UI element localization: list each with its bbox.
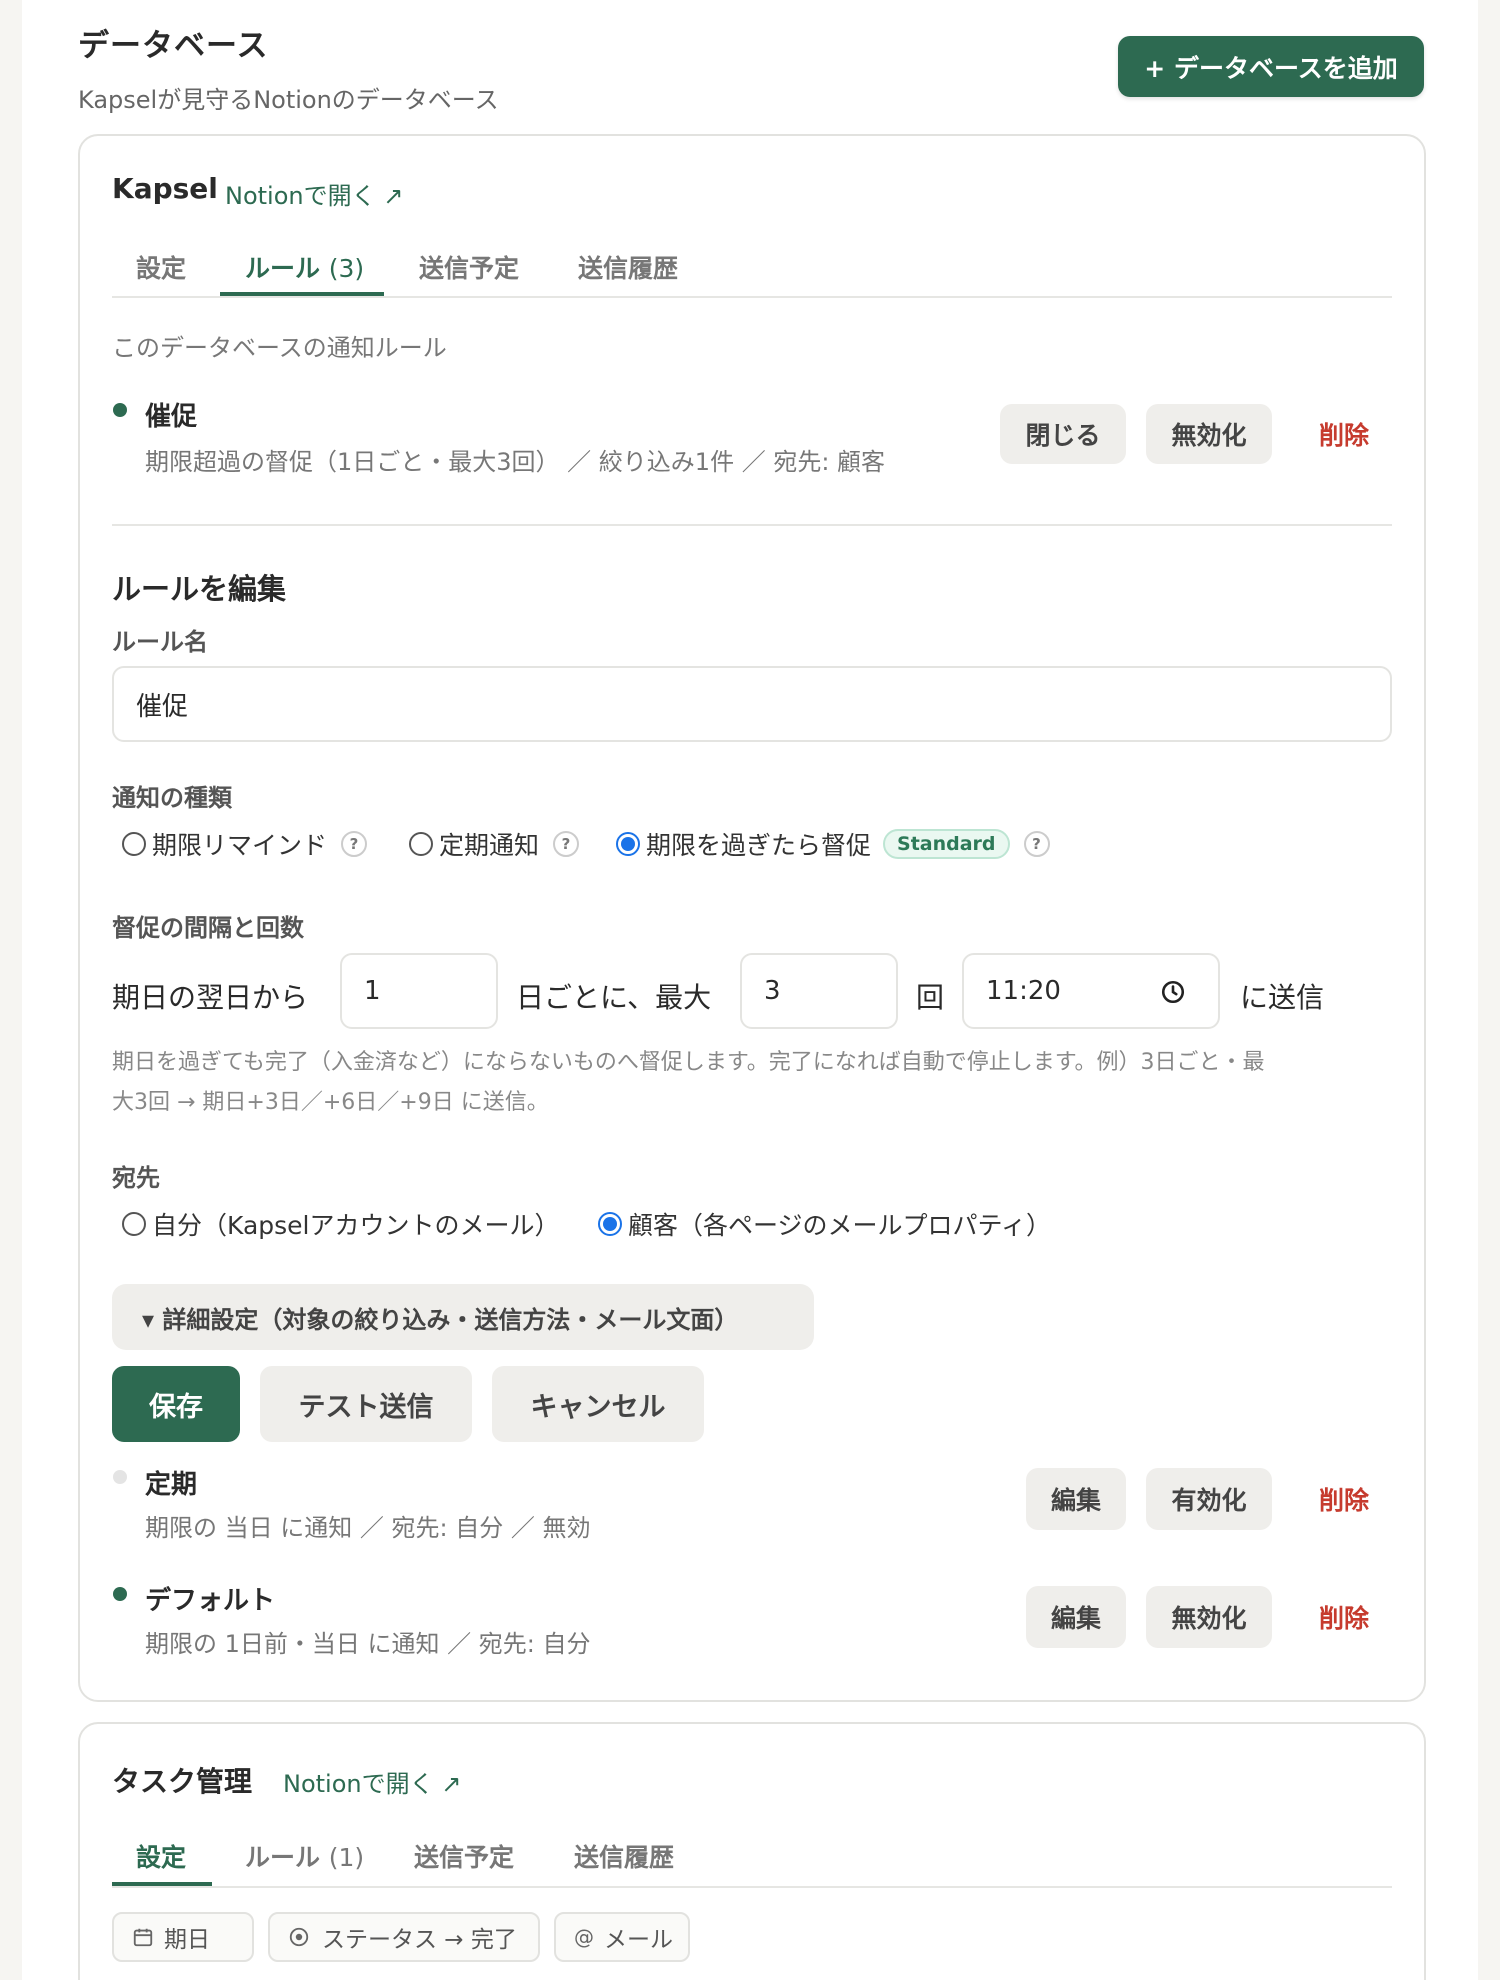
edit-rule-button[interactable]: 編集 [1026, 1586, 1126, 1648]
max-count-input[interactable]: 3 [740, 953, 898, 1029]
cancel-button[interactable]: キャンセル [492, 1366, 704, 1442]
standard-plan-badge: Standard [883, 829, 1010, 859]
tab-scheduled[interactable]: 送信予定 [414, 1838, 514, 1874]
edit-rule-button[interactable]: 編集 [1026, 1468, 1126, 1530]
help-icon[interactable]: ? [1023, 831, 1050, 857]
chip-label: ステータス → 完了 [322, 1927, 517, 1953]
at-sign-icon: @ [574, 1925, 594, 1949]
times-text: 回 [916, 981, 945, 1014]
database-name: Kapsel [112, 172, 218, 205]
radio-label: 定期通知 [439, 831, 540, 860]
disable-rule-button[interactable]: 無効化 [1146, 1586, 1272, 1648]
radio-label: 自分（Kapselアカウントのメール） [152, 1211, 560, 1240]
active-tab-indicator [112, 1882, 212, 1886]
rule-description: 期限の 1日前・当日 に通知 ／ 宛先: 自分 [145, 1630, 591, 1658]
tab-rules[interactable]: ルール (1) [245, 1838, 364, 1874]
radio-label: 顧客（各ページのメールプロパティ） [628, 1211, 1052, 1240]
calendar-icon [133, 1928, 153, 1947]
rule-description: 期限の 当日 に通知 ／ 宛先: 自分 ／ 無効 [145, 1514, 591, 1542]
tab-settings[interactable]: 設定 [136, 1838, 186, 1874]
property-chip-status: ステータス → 完了 [268, 1912, 540, 1962]
radio-label: 期限を過ぎたら督促 [646, 831, 872, 860]
tab-scheduled[interactable]: 送信予定 [419, 249, 519, 285]
advanced-settings-toggle[interactable]: ▾ 詳細設定（対象の絞り込み・送信方法・メール文面） [112, 1284, 814, 1350]
rule-status-dot [113, 1470, 127, 1484]
rules-caption: このデータベースの通知ルール [112, 334, 447, 362]
radio-button-checked[interactable] [598, 1212, 622, 1236]
property-chip-due-date: 期日 [112, 1912, 254, 1962]
destination-label: 宛先 [112, 1164, 160, 1192]
type-option-overdue[interactable]: 期限を過ぎたら督促 Standard ? [616, 826, 1050, 862]
disable-rule-button[interactable]: 無効化 [1146, 404, 1272, 464]
tab-history[interactable]: 送信履歴 [578, 249, 678, 285]
interval-note-line2: 大3回 → 期日+3日／+6日／+9日 に送信。 [112, 1090, 549, 1115]
help-icon[interactable]: ? [341, 831, 368, 857]
open-in-notion-link[interactable]: Notionで開く ↗ [225, 176, 403, 211]
rule-description: 期限超過の督促（1日ごと・最大3回） ／ 絞り込み1件 ／ 宛先: 顧客 [145, 448, 886, 476]
tab-settings[interactable]: 設定 [136, 249, 186, 285]
interval-suffix: に送信 [1240, 981, 1325, 1014]
interval-prefix: 期日の翌日から [112, 981, 309, 1014]
edit-rule-heading: ルールを編集 [112, 572, 287, 606]
radio-button[interactable] [122, 1212, 146, 1236]
active-tab-indicator [220, 292, 384, 296]
tab-rules[interactable]: ルール (3) [245, 249, 364, 285]
enable-rule-button[interactable]: 有効化 [1146, 1468, 1272, 1530]
rule-divider [112, 524, 1392, 526]
page-title: データベース [78, 28, 269, 64]
close-rule-button[interactable]: 閉じる [1000, 404, 1126, 464]
help-icon[interactable]: ? [553, 831, 580, 857]
rule-status-dot [113, 1587, 127, 1601]
save-button[interactable]: 保存 [112, 1366, 240, 1442]
radio-button[interactable] [409, 832, 433, 856]
dest-option-customer[interactable]: 顧客（各ページのメールプロパティ） [598, 1206, 1051, 1242]
tabs-divider [112, 296, 1392, 298]
delete-rule-button[interactable]: 削除 [1290, 1586, 1398, 1648]
interval-note-line1: 期日を過ぎても完了（入金済など）にならないものへ督促します。完了になれば自動で停… [112, 1050, 1265, 1075]
chip-label: メール [604, 1927, 673, 1953]
radio-button-checked[interactable] [616, 832, 640, 856]
type-option-reminder[interactable]: 期限リマインド ? [122, 826, 368, 862]
interval-days-input[interactable]: 1 [340, 953, 498, 1029]
rule-status-dot [113, 403, 127, 417]
send-time-value: 11:20 [986, 976, 1061, 1006]
notification-type-label: 通知の種類 [112, 784, 232, 812]
delete-rule-button[interactable]: 削除 [1290, 404, 1398, 464]
interval-label: 督促の間隔と回数 [112, 914, 304, 942]
rule-title: デフォルト [145, 1586, 276, 1616]
tabs-divider [112, 1886, 1392, 1888]
database-name: タスク管理 [112, 1765, 253, 1798]
page-subtitle: Kapselが見守るNotionのデータベース [78, 86, 499, 114]
test-send-button[interactable]: テスト送信 [260, 1366, 472, 1442]
status-icon [289, 1927, 309, 1947]
tab-history[interactable]: 送信履歴 [574, 1838, 674, 1874]
rule-title: 定期 [145, 1470, 198, 1500]
delete-rule-button[interactable]: 削除 [1290, 1468, 1398, 1530]
rule-title: 催促 [145, 402, 198, 432]
send-time-input[interactable]: 11:20 [962, 953, 1220, 1029]
add-database-button[interactable]: + データベースを追加 [1118, 36, 1424, 97]
radio-label: 期限リマインド [152, 831, 328, 860]
radio-button[interactable] [122, 832, 146, 856]
interval-mid-text: 日ごとに、最大 [516, 981, 712, 1014]
property-chip-email: @ メール [554, 1912, 690, 1962]
rule-name-label: ルール名 [112, 628, 208, 656]
open-in-notion-link[interactable]: Notionで開く ↗ [283, 1764, 461, 1799]
dest-option-self[interactable]: 自分（Kapselアカウントのメール） [122, 1206, 560, 1242]
clock-icon[interactable] [1160, 979, 1186, 1005]
chip-label: 期日 [164, 1927, 210, 1953]
type-option-periodic[interactable]: 定期通知 ? [409, 826, 580, 862]
page: データベース Kapselが見守るNotionのデータベース + データベースを… [22, 0, 1478, 1980]
rule-name-input[interactable]: 催促 [112, 666, 1392, 742]
